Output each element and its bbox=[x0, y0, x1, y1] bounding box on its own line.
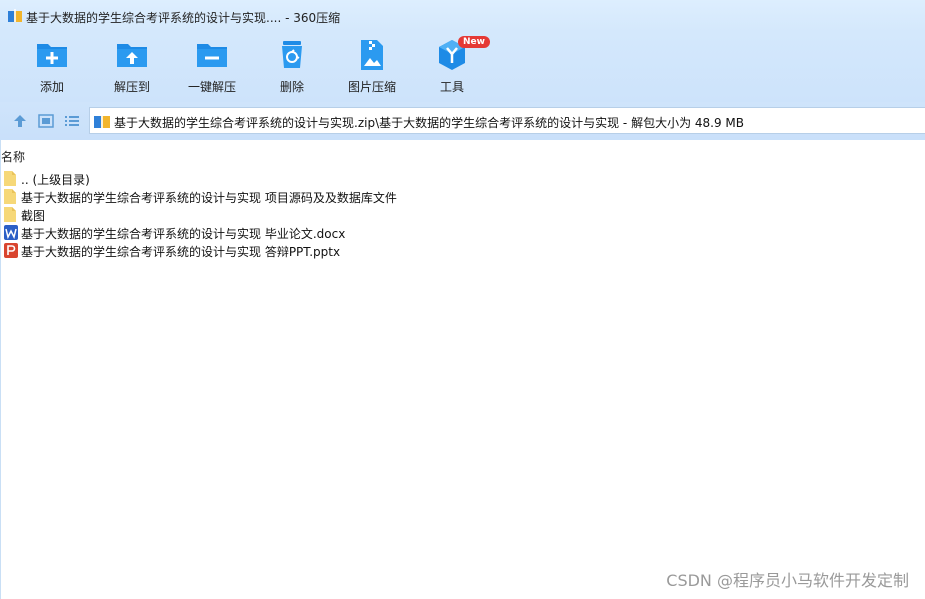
path-field[interactable]: 基于大数据的学生综合考评系统的设计与实现.zip\基于大数据的学生综合考评系统的… bbox=[89, 107, 925, 134]
list-item-label: 基于大数据的学生综合考评系统的设计与实现 答辩PPT.pptx bbox=[21, 245, 341, 259]
zip-archive-icon bbox=[94, 114, 110, 128]
one-click-extract-button[interactable]: 一键解压 bbox=[172, 38, 252, 100]
app-logo-icon bbox=[8, 9, 22, 22]
extract-folder-icon bbox=[117, 44, 147, 67]
thumbnail-view-icon[interactable] bbox=[38, 113, 54, 129]
ppt-icon bbox=[4, 243, 18, 258]
new-badge: New bbox=[458, 36, 490, 48]
trash-icon bbox=[282, 41, 302, 68]
title-bar: 基于大数据的学生综合考评系统的设计与实现.... - 360压缩 bbox=[0, 0, 925, 32]
add-button[interactable]: 添加 bbox=[12, 38, 92, 100]
list-item-label: 基于大数据的学生综合考评系统的设计与实现 项目源码及及数据库文件 bbox=[21, 191, 397, 205]
word-doc-icon bbox=[4, 225, 18, 240]
list-item-defense-pptx[interactable]: 基于大数据的学生综合考评系统的设计与实现 答辩PPT.pptx bbox=[4, 242, 604, 259]
watermark-text: CSDN @程序员小马软件开发定制 bbox=[666, 571, 909, 590]
tools-label: 工具 bbox=[439, 80, 464, 94]
list-item-label: .. (上级目录) bbox=[21, 173, 90, 187]
file-list: 名称 .. (上级目录) 基于大数据的学生综合考评系统的设计与实现 项目源码及及… bbox=[0, 140, 925, 599]
list-item-thesis-docx[interactable]: 基于大数据的学生综合考评系统的设计与实现 毕业论文.docx bbox=[4, 224, 604, 241]
list-item-label: 截图 bbox=[21, 209, 46, 223]
column-header-name[interactable]: 名称 bbox=[1, 148, 25, 165]
one-click-extract-icon bbox=[197, 44, 227, 67]
path-text: 基于大数据的学生综合考评系统的设计与实现.zip\基于大数据的学生综合考评系统的… bbox=[114, 116, 745, 130]
image-compress-label: 图片压缩 bbox=[347, 80, 396, 94]
extract-to-button[interactable]: 解压到 bbox=[92, 38, 172, 100]
folder-icon bbox=[4, 189, 16, 204]
list-item-source-folder[interactable]: 基于大数据的学生综合考评系统的设计与实现 项目源码及及数据库文件 bbox=[4, 188, 604, 205]
folder-icon bbox=[4, 171, 16, 186]
main-toolbar: 添加 解压到 一键解压 删除 图片压缩 New 工具 bbox=[0, 32, 925, 102]
delete-label: 删除 bbox=[279, 80, 304, 94]
list-item-label: 基于大数据的学生综合考评系统的设计与实现 毕业论文.docx bbox=[21, 227, 346, 241]
image-compress-icon bbox=[361, 40, 383, 70]
delete-button[interactable]: 删除 bbox=[252, 38, 332, 100]
list-item-screenshots-folder[interactable]: 截图 bbox=[4, 206, 604, 223]
folder-icon bbox=[4, 207, 16, 222]
add-label: 添加 bbox=[39, 80, 64, 94]
up-arrow-icon[interactable] bbox=[12, 113, 28, 129]
navigation-bar: 基于大数据的学生综合考评系统的设计与实现.zip\基于大数据的学生综合考评系统的… bbox=[0, 102, 925, 140]
window-title: 基于大数据的学生综合考评系统的设计与实现.... - 360压缩 bbox=[26, 11, 341, 25]
tools-button[interactable]: New 工具 bbox=[412, 36, 492, 100]
image-compress-button[interactable]: 图片压缩 bbox=[332, 38, 412, 100]
one-click-extract-label: 一键解压 bbox=[187, 80, 236, 94]
list-view-icon[interactable] bbox=[64, 113, 80, 129]
add-folder-icon bbox=[37, 44, 67, 67]
list-item-parent-dir[interactable]: .. (上级目录) bbox=[4, 170, 604, 187]
extract-to-label: 解压到 bbox=[113, 80, 150, 94]
